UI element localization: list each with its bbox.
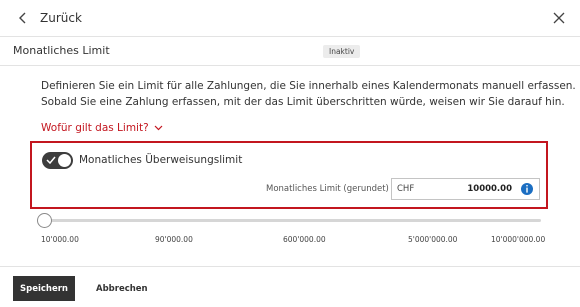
description-line-1: Definieren Sie ein Limit für alle Zahlun… [41, 80, 576, 92]
close-icon[interactable] [550, 9, 568, 27]
info-icon[interactable] [521, 183, 533, 195]
monthly-limit-panel: Monatliches Überweisungslimit Monatliche… [30, 141, 548, 209]
monthly-limit-toggle[interactable] [42, 152, 73, 169]
limit-info-link-label: Wofür gilt das Limit? [41, 122, 149, 134]
check-icon [45, 154, 57, 166]
slider-tick-label: 10'000.00 [41, 235, 79, 244]
limit-amount-value[interactable]: 10000.00 [467, 184, 512, 194]
back-button[interactable]: Zurück [14, 9, 82, 27]
limit-info-link[interactable]: Wofür gilt das Limit? [41, 122, 163, 134]
slider-tick-label: 10'000'000.00 [491, 235, 546, 244]
currency-label: CHF [397, 184, 415, 194]
page-title: Monatliches Limit [13, 44, 110, 57]
top-bar: Zurück [0, 0, 580, 37]
slider-tick-label: 5'000'000.00 [408, 235, 458, 244]
back-label: Zurück [40, 11, 82, 25]
save-button[interactable]: Speichern [13, 276, 75, 301]
description: Definieren Sie ein Limit für alle Zahlun… [41, 78, 576, 110]
limit-slider[interactable] [37, 213, 541, 229]
section-header: Monatliches Limit Inaktiv [0, 37, 580, 66]
chevron-left-icon [14, 9, 32, 27]
toggle-knob [58, 154, 71, 167]
limit-field-label: Monatliches Limit (gerundet) [266, 184, 389, 194]
status-badge: Inaktiv [323, 45, 361, 58]
slider-tick-label: 90'000.00 [155, 235, 193, 244]
cancel-button[interactable]: Abbrechen [90, 276, 154, 301]
slider-tick-label: 600'000.00 [283, 235, 326, 244]
description-line-2: Sobald Sie eine Zahlung erfassen, mit de… [41, 96, 565, 108]
chevron-down-icon [154, 125, 163, 131]
toggle-label: Monatliches Überweisungslimit [79, 154, 243, 166]
footer: Speichern Abbrechen [0, 266, 580, 307]
slider-thumb[interactable] [37, 213, 52, 228]
limit-amount-field[interactable]: CHF 10000.00 [391, 178, 540, 200]
slider-track[interactable] [42, 219, 541, 222]
